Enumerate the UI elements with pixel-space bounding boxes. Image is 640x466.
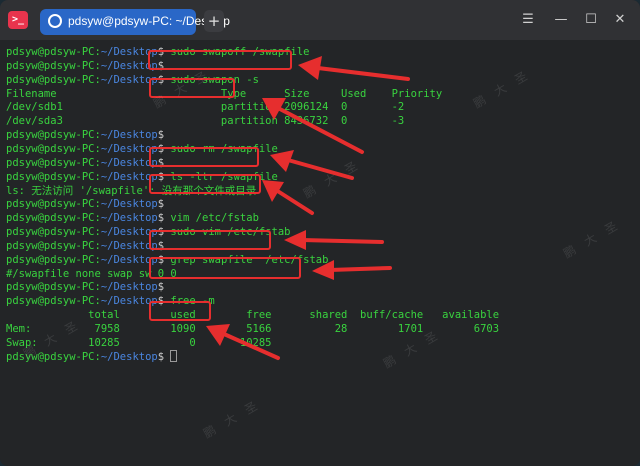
arrow-vim — [300, 238, 384, 244]
annotation-arrows — [206, 56, 410, 360]
arrow-grep-head — [312, 260, 334, 280]
arrow-ls — [274, 188, 314, 215]
terminal-window: >_ pdsyw@pdsyw-PC: ~/Desktop + ☰ — ☐ ✕ p… — [0, 0, 640, 466]
arrow-swapoff — [316, 66, 410, 81]
arrow-swapoff-head — [298, 56, 322, 80]
arrow-free — [222, 332, 280, 360]
arrow-rm — [286, 158, 354, 180]
arrow-swapon — [276, 106, 364, 154]
arrow-grep — [328, 266, 392, 272]
arrow-vim-head — [284, 230, 306, 250]
